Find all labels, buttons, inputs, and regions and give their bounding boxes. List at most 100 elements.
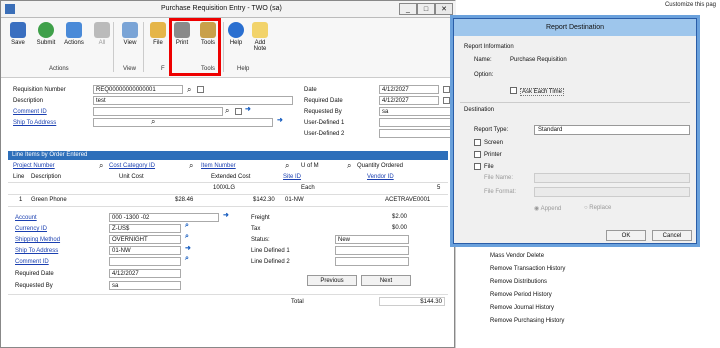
list-item[interactable]: Mass Vendor Delete (490, 253, 544, 259)
file-format-select[interactable] (534, 187, 690, 197)
report-name: Purchase Requisition (510, 57, 567, 63)
description-field[interactable]: test (93, 96, 293, 105)
user-defined1-field[interactable] (379, 118, 451, 127)
status-label: Status: (251, 237, 270, 243)
vendor-id-link[interactable]: Vendor ID (367, 174, 394, 180)
ship-to-address-field[interactable] (93, 118, 273, 127)
tax-field[interactable]: $0.00 (335, 224, 409, 233)
account-field[interactable]: 000 -1300 -02 (109, 213, 219, 222)
item-number-link[interactable]: Item Number (201, 163, 236, 169)
report-type-select[interactable]: Standard (534, 125, 690, 135)
requested-by-field[interactable]: sa (379, 107, 451, 116)
file-checkbox[interactable] (474, 163, 481, 170)
append-radio[interactable]: ◉ Append (534, 205, 561, 212)
all-button[interactable]: All (89, 22, 115, 46)
site-id-cell[interactable]: 01-NW (285, 197, 304, 203)
cancel-button[interactable]: Cancel (652, 230, 692, 241)
ask-each-time-checkbox[interactable] (510, 87, 517, 94)
file-button[interactable]: File (145, 22, 171, 46)
site-id-link[interactable]: Site ID (283, 174, 301, 180)
list-item[interactable]: Remove Transaction History (490, 266, 565, 272)
submit-button[interactable]: Submit (33, 22, 59, 46)
quantity-ordered-header: Quantity Ordered (357, 163, 404, 169)
list-item[interactable]: Remove Purchasing History (490, 318, 564, 324)
previous-button[interactable]: Previous (307, 275, 357, 286)
customize-hint[interactable]: Customize this pag (665, 2, 716, 8)
extended-cost-cell[interactable]: $142.30 (253, 197, 275, 203)
cost-category-link[interactable]: Cost Category ID (109, 163, 155, 169)
note-icon[interactable] (235, 108, 242, 115)
lookup-icon[interactable]: ⌕ (285, 161, 289, 171)
shipping-method-field[interactable]: OVERNIGHT (109, 235, 181, 244)
unit-cost-cell[interactable]: $28.46 (175, 197, 193, 203)
lookup-icon[interactable]: ⌕ (347, 161, 351, 171)
printer-checkbox[interactable] (474, 151, 481, 158)
actions-button[interactable]: Actions (61, 22, 87, 46)
save-button[interactable]: Save (5, 22, 31, 46)
line-defined2-field[interactable] (335, 257, 409, 266)
expand-arrow-icon[interactable]: ➜ (185, 244, 191, 252)
note-icon[interactable] (197, 86, 204, 93)
calendar-icon[interactable] (443, 86, 450, 93)
detail-comment-id-link[interactable]: Comment ID (15, 259, 49, 265)
required-date-field[interactable]: 4/12/2027 (379, 96, 439, 105)
user-defined2-field[interactable] (379, 129, 451, 138)
add-note-button[interactable]: Add Note (247, 22, 273, 52)
lookup-icon[interactable]: ⌕ (225, 106, 229, 116)
minimize-button[interactable]: _ (399, 3, 417, 15)
lookup-icon[interactable]: ⌕ (187, 85, 191, 95)
lookup-icon[interactable]: ⌕ (185, 233, 189, 241)
expand-arrow-icon[interactable]: ➜ (245, 105, 251, 113)
account-link[interactable]: Account (15, 215, 37, 221)
next-button[interactable]: Next (361, 275, 411, 286)
list-item[interactable]: Remove Journal History (490, 305, 554, 311)
close-button[interactable]: ✕ (435, 3, 453, 15)
ok-button[interactable]: OK (606, 230, 646, 241)
view-button[interactable]: View (117, 22, 143, 46)
project-number-link[interactable]: Project Number (13, 163, 55, 169)
currency-id-field[interactable]: Z-US$ (109, 224, 181, 233)
item-number-cell[interactable]: 100XLG (213, 185, 235, 191)
line-cell[interactable]: 1 (19, 197, 22, 203)
requisition-number-field[interactable]: REQ00000000000001 (93, 85, 183, 94)
ship-to-address-link[interactable]: Ship To Address (13, 120, 56, 126)
ship-to-field[interactable]: 01-NW (109, 246, 181, 255)
description-header: Description (31, 174, 62, 180)
lookup-icon[interactable]: ⌕ (189, 161, 193, 171)
report-destination-dialog: Report Destination Report Information Na… (453, 18, 697, 244)
total-field: $144.30 (379, 297, 445, 306)
quantity-cell[interactable]: 5 (437, 185, 440, 191)
maximize-button[interactable]: □ (417, 3, 435, 15)
ship-to-link[interactable]: Ship To Address (15, 248, 58, 254)
lookup-icon[interactable]: ⌕ (185, 222, 189, 230)
description-cell[interactable]: Green Phone (31, 197, 67, 203)
uom-cell[interactable]: Each (301, 185, 315, 191)
replace-radio[interactable]: ○ Replace (584, 205, 611, 211)
comment-id-field[interactable] (93, 107, 223, 116)
lookup-icon[interactable]: ⌕ (99, 161, 103, 171)
currency-id-link[interactable]: Currency ID (15, 226, 47, 232)
expand-arrow-icon[interactable]: ➜ (223, 211, 229, 219)
required-date-label: Required Date (15, 271, 54, 277)
lookup-icon[interactable]: ⌕ (151, 117, 155, 127)
list-item[interactable]: Remove Distributions (490, 279, 547, 285)
lookup-icon[interactable]: ⌕ (185, 255, 189, 263)
help-button[interactable]: Help (223, 22, 249, 46)
detail-requested-by-field[interactable]: sa (109, 281, 181, 290)
file-name-field[interactable] (534, 173, 690, 183)
detail-comment-id-field[interactable] (109, 257, 181, 266)
screen-checkbox[interactable] (474, 139, 481, 146)
date-field[interactable]: 4/12/2027 (379, 85, 439, 94)
shipping-method-link[interactable]: Shipping Method (15, 237, 60, 243)
detail-required-date-field[interactable]: 4/12/2027 (109, 269, 181, 278)
calendar-icon[interactable] (443, 97, 450, 104)
expand-arrow-icon[interactable]: ➜ (277, 116, 283, 124)
status-select[interactable]: New (335, 235, 409, 244)
freight-field[interactable]: $2.00 (335, 213, 409, 222)
list-item[interactable]: Remove Period History (490, 292, 552, 298)
vendor-id-cell[interactable]: ACETRAVE0001 (385, 197, 430, 203)
ask-each-time-label[interactable]: Ask Each Time (520, 88, 565, 96)
folder-icon (150, 22, 166, 38)
line-defined1-field[interactable] (335, 246, 409, 255)
comment-id-link[interactable]: Comment ID (13, 109, 47, 115)
